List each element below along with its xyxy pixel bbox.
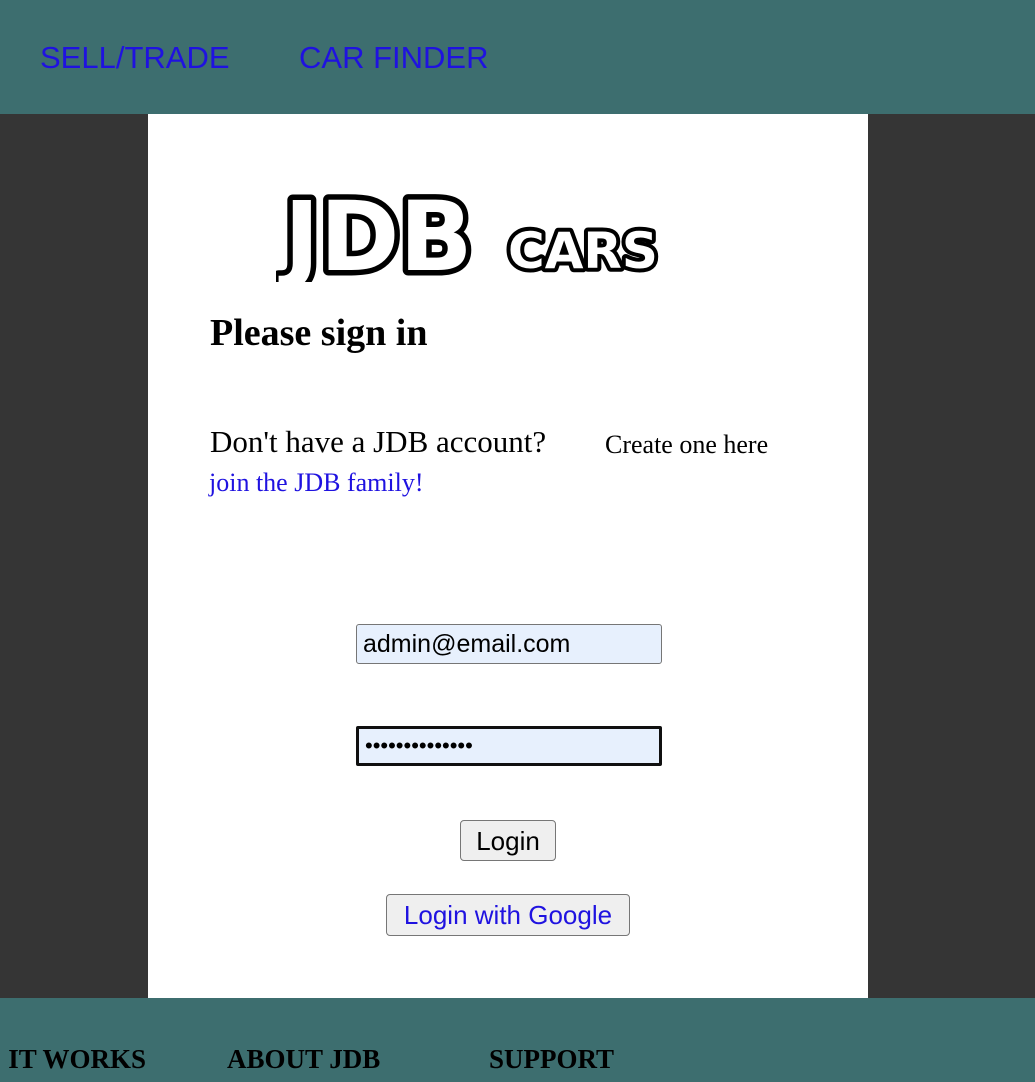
footer-support-link[interactable]: SUPPORT bbox=[489, 1042, 614, 1076]
svg-text:CARS: CARS bbox=[508, 222, 658, 280]
join-family-link[interactable]: join the JDB family! bbox=[209, 466, 423, 500]
password-field[interactable] bbox=[356, 726, 662, 766]
login-with-google-button[interactable]: Login with Google bbox=[386, 894, 630, 936]
signin-panel: JDB CARS Please sign in Don't have a JDB… bbox=[148, 114, 868, 998]
login-button[interactable]: Login bbox=[460, 820, 556, 861]
nav-car-finder-link[interactable]: CAR FINDER bbox=[299, 40, 488, 76]
create-account-text: Create one here bbox=[605, 430, 769, 459]
nav-sell-trade-link[interactable]: SELL/TRADE bbox=[40, 40, 230, 76]
top-nav: SELL/TRADE CAR FINDER bbox=[0, 0, 1035, 114]
no-account-text: Don't have a JDB account? bbox=[210, 424, 547, 459]
jdb-cars-logo: JDB CARS bbox=[276, 182, 662, 282]
footer-nav: IT WORKS ABOUT JDB SUPPORT bbox=[0, 998, 1035, 1082]
footer-about-link[interactable]: ABOUT JDB bbox=[227, 1042, 380, 1076]
svg-text:JDB: JDB bbox=[278, 182, 473, 282]
email-field[interactable] bbox=[356, 624, 662, 664]
footer-how-it-works-link[interactable]: IT WORKS bbox=[8, 1042, 146, 1076]
page-title: Please sign in bbox=[210, 312, 428, 354]
